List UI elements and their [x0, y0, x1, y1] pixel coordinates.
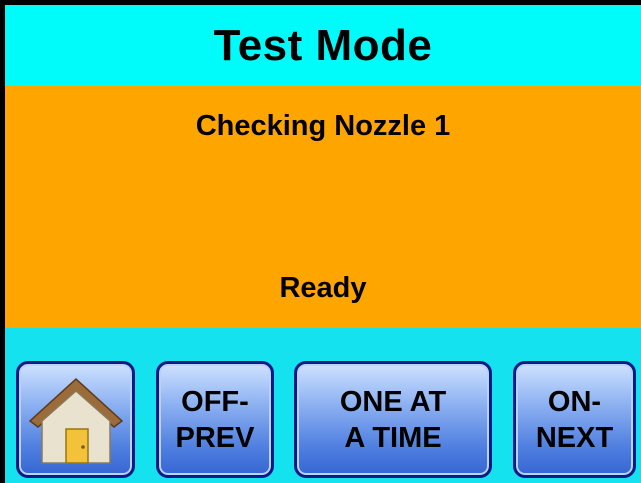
- page-title: Test Mode: [213, 20, 433, 70]
- status-panel: Checking Nozzle 1 Ready: [5, 86, 641, 328]
- button-bar: OFF- PREV ONE AT A TIME ON- NEXT: [5, 328, 641, 483]
- test-mode-screen: Test Mode Checking Nozzle 1 Ready OFF- P…: [5, 5, 641, 483]
- one-at-a-time-button[interactable]: ONE AT A TIME: [294, 361, 492, 478]
- home-icon: [28, 375, 124, 465]
- on-next-label: ON- NEXT: [535, 385, 614, 454]
- home-button[interactable]: [16, 361, 135, 478]
- status-message: Checking Nozzle 1: [195, 110, 451, 142]
- on-next-button[interactable]: ON- NEXT: [513, 361, 636, 478]
- header-bar: Test Mode: [5, 5, 641, 86]
- off-prev-button[interactable]: OFF- PREV: [156, 361, 274, 478]
- status-state: Ready: [279, 272, 367, 304]
- one-at-a-time-label: ONE AT A TIME: [339, 385, 447, 454]
- off-prev-label: OFF- PREV: [175, 385, 255, 454]
